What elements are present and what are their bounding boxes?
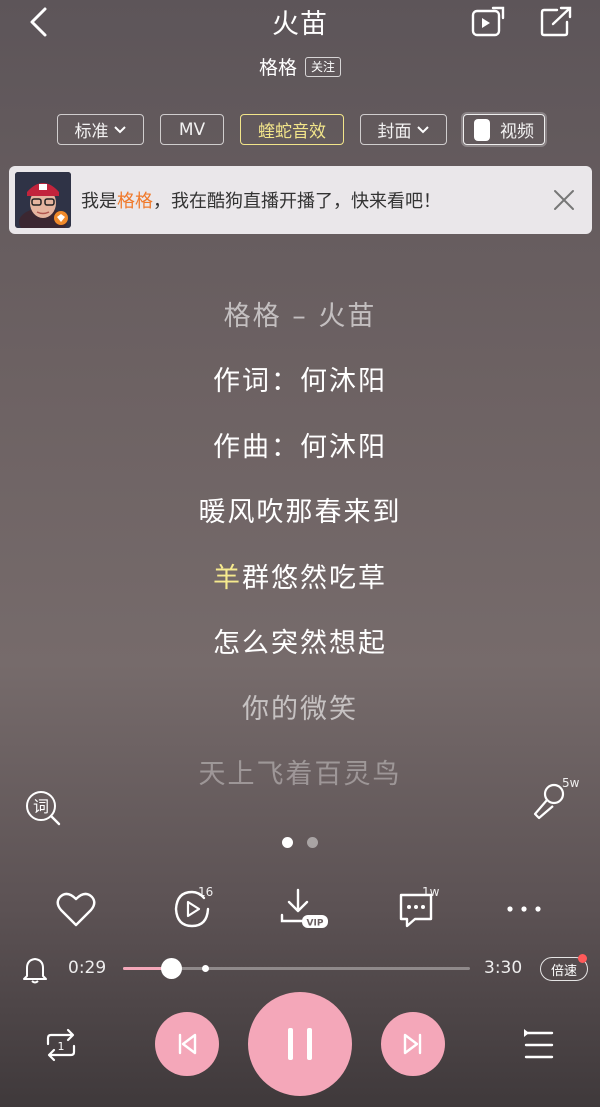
cast-button[interactable] bbox=[470, 4, 506, 40]
bell-icon bbox=[23, 958, 47, 984]
vip-badge: VIP bbox=[307, 919, 324, 929]
banner-close-button[interactable] bbox=[550, 186, 578, 214]
favorite-button[interactable] bbox=[54, 887, 98, 931]
chevron-down-icon bbox=[416, 125, 429, 133]
lyric-line: 作词：何沐阳 bbox=[213, 366, 387, 397]
download-icon: VIP bbox=[280, 888, 328, 929]
next-button[interactable] bbox=[381, 1012, 445, 1076]
lyric-sung-part: 羊 bbox=[213, 563, 242, 594]
lyric-line: 暖风吹那春来到 bbox=[198, 497, 402, 528]
play-pause-button[interactable] bbox=[248, 992, 352, 1096]
next-icon bbox=[403, 1033, 422, 1055]
banner-prefix: 我是 bbox=[81, 191, 117, 212]
comment-count: 1w bbox=[422, 885, 440, 899]
comment-button[interactable]: 1w bbox=[390, 885, 442, 931]
karaoke-button[interactable]: 5w bbox=[530, 776, 586, 822]
follow-button[interactable]: 关注 bbox=[305, 56, 342, 77]
close-icon bbox=[554, 190, 574, 210]
lyric-line: 格格 – 火苗 bbox=[223, 301, 377, 332]
karaoke-count: 5w bbox=[562, 776, 580, 790]
lyric-line: 作曲：何沐阳 bbox=[213, 432, 387, 463]
lyric-line: 天上飞着百灵鸟 bbox=[198, 759, 402, 790]
more-button[interactable] bbox=[502, 887, 546, 931]
speed-new-dot bbox=[578, 954, 587, 963]
cast-icon bbox=[471, 6, 505, 37]
previous-icon bbox=[178, 1033, 197, 1055]
banner-suffix: ，我在酷狗直播开播了，快来看吧！ bbox=[153, 191, 441, 212]
cover-label: 封面 bbox=[377, 122, 412, 142]
banner-message: 我是格格，我在酷狗直播开播了，快来看吧！ bbox=[81, 187, 441, 213]
total-time: 3:30 bbox=[484, 958, 523, 978]
toggle-knob bbox=[474, 118, 490, 141]
video-toggle[interactable]: 视频 bbox=[463, 114, 545, 145]
cover-selector[interactable]: 封面 bbox=[360, 114, 447, 145]
video-label: 视频 bbox=[500, 122, 534, 142]
previous-button[interactable] bbox=[155, 1012, 219, 1076]
lyrics-icon: 词 bbox=[26, 791, 61, 826]
more-icon bbox=[507, 906, 541, 912]
share-button[interactable] bbox=[538, 4, 574, 40]
chevron-down-icon bbox=[113, 125, 126, 133]
repeat-mode-button[interactable]: 1 bbox=[42, 1026, 80, 1064]
lyric-unsung-part: 群悠然吃草 bbox=[242, 563, 387, 594]
climax-marker bbox=[202, 965, 209, 972]
page-dot-active[interactable] bbox=[282, 837, 293, 848]
lyrics-mode-button[interactable]: 词 bbox=[23, 788, 63, 828]
share-song-button[interactable]: 16 bbox=[166, 885, 218, 931]
avatar bbox=[15, 172, 71, 228]
repeat-one-icon: 1 bbox=[46, 1028, 76, 1062]
share-count: 16 bbox=[198, 885, 214, 899]
progress-thumb[interactable] bbox=[160, 958, 182, 979]
current-time: 0:29 bbox=[68, 958, 107, 978]
mv-button[interactable]: MV bbox=[160, 114, 224, 145]
lyrics-icon-label: 词 bbox=[33, 797, 49, 816]
lyric-line: 怎么突然想起 bbox=[213, 628, 387, 659]
live-banner[interactable]: 我是格格，我在酷狗直播开播了，快来看吧！ bbox=[9, 166, 592, 234]
pause-icon bbox=[288, 1028, 312, 1060]
sound-effect-button[interactable]: 蝰蛇音效 bbox=[240, 114, 344, 145]
banner-streamer-name: 格格 bbox=[117, 191, 153, 212]
download-button[interactable]: VIP bbox=[278, 887, 330, 931]
share-icon bbox=[540, 6, 572, 37]
quality-selector[interactable]: 标准 bbox=[57, 114, 144, 145]
artist-name[interactable]: 格格 bbox=[259, 53, 297, 80]
playlist-icon bbox=[524, 1029, 554, 1059]
sound-effect-label: 蝰蛇音效 bbox=[258, 122, 326, 142]
lyric-line: 你的微笑 bbox=[242, 694, 358, 725]
artist-row: 格格 关注 bbox=[0, 53, 600, 80]
quality-label: 标准 bbox=[74, 122, 109, 142]
playlist-button[interactable] bbox=[520, 1027, 558, 1063]
current-lyric-line: 羊群悠然吃草 bbox=[0, 556, 600, 595]
repeat-badge: 1 bbox=[58, 1040, 65, 1053]
progress-slider[interactable] bbox=[123, 958, 470, 979]
song-title: 火苗 bbox=[272, 9, 328, 40]
page-dot[interactable] bbox=[307, 837, 318, 848]
mv-label: MV bbox=[178, 119, 206, 140]
alarm-button[interactable] bbox=[20, 954, 50, 984]
page-indicator bbox=[0, 837, 600, 848]
heart-icon bbox=[56, 892, 96, 927]
